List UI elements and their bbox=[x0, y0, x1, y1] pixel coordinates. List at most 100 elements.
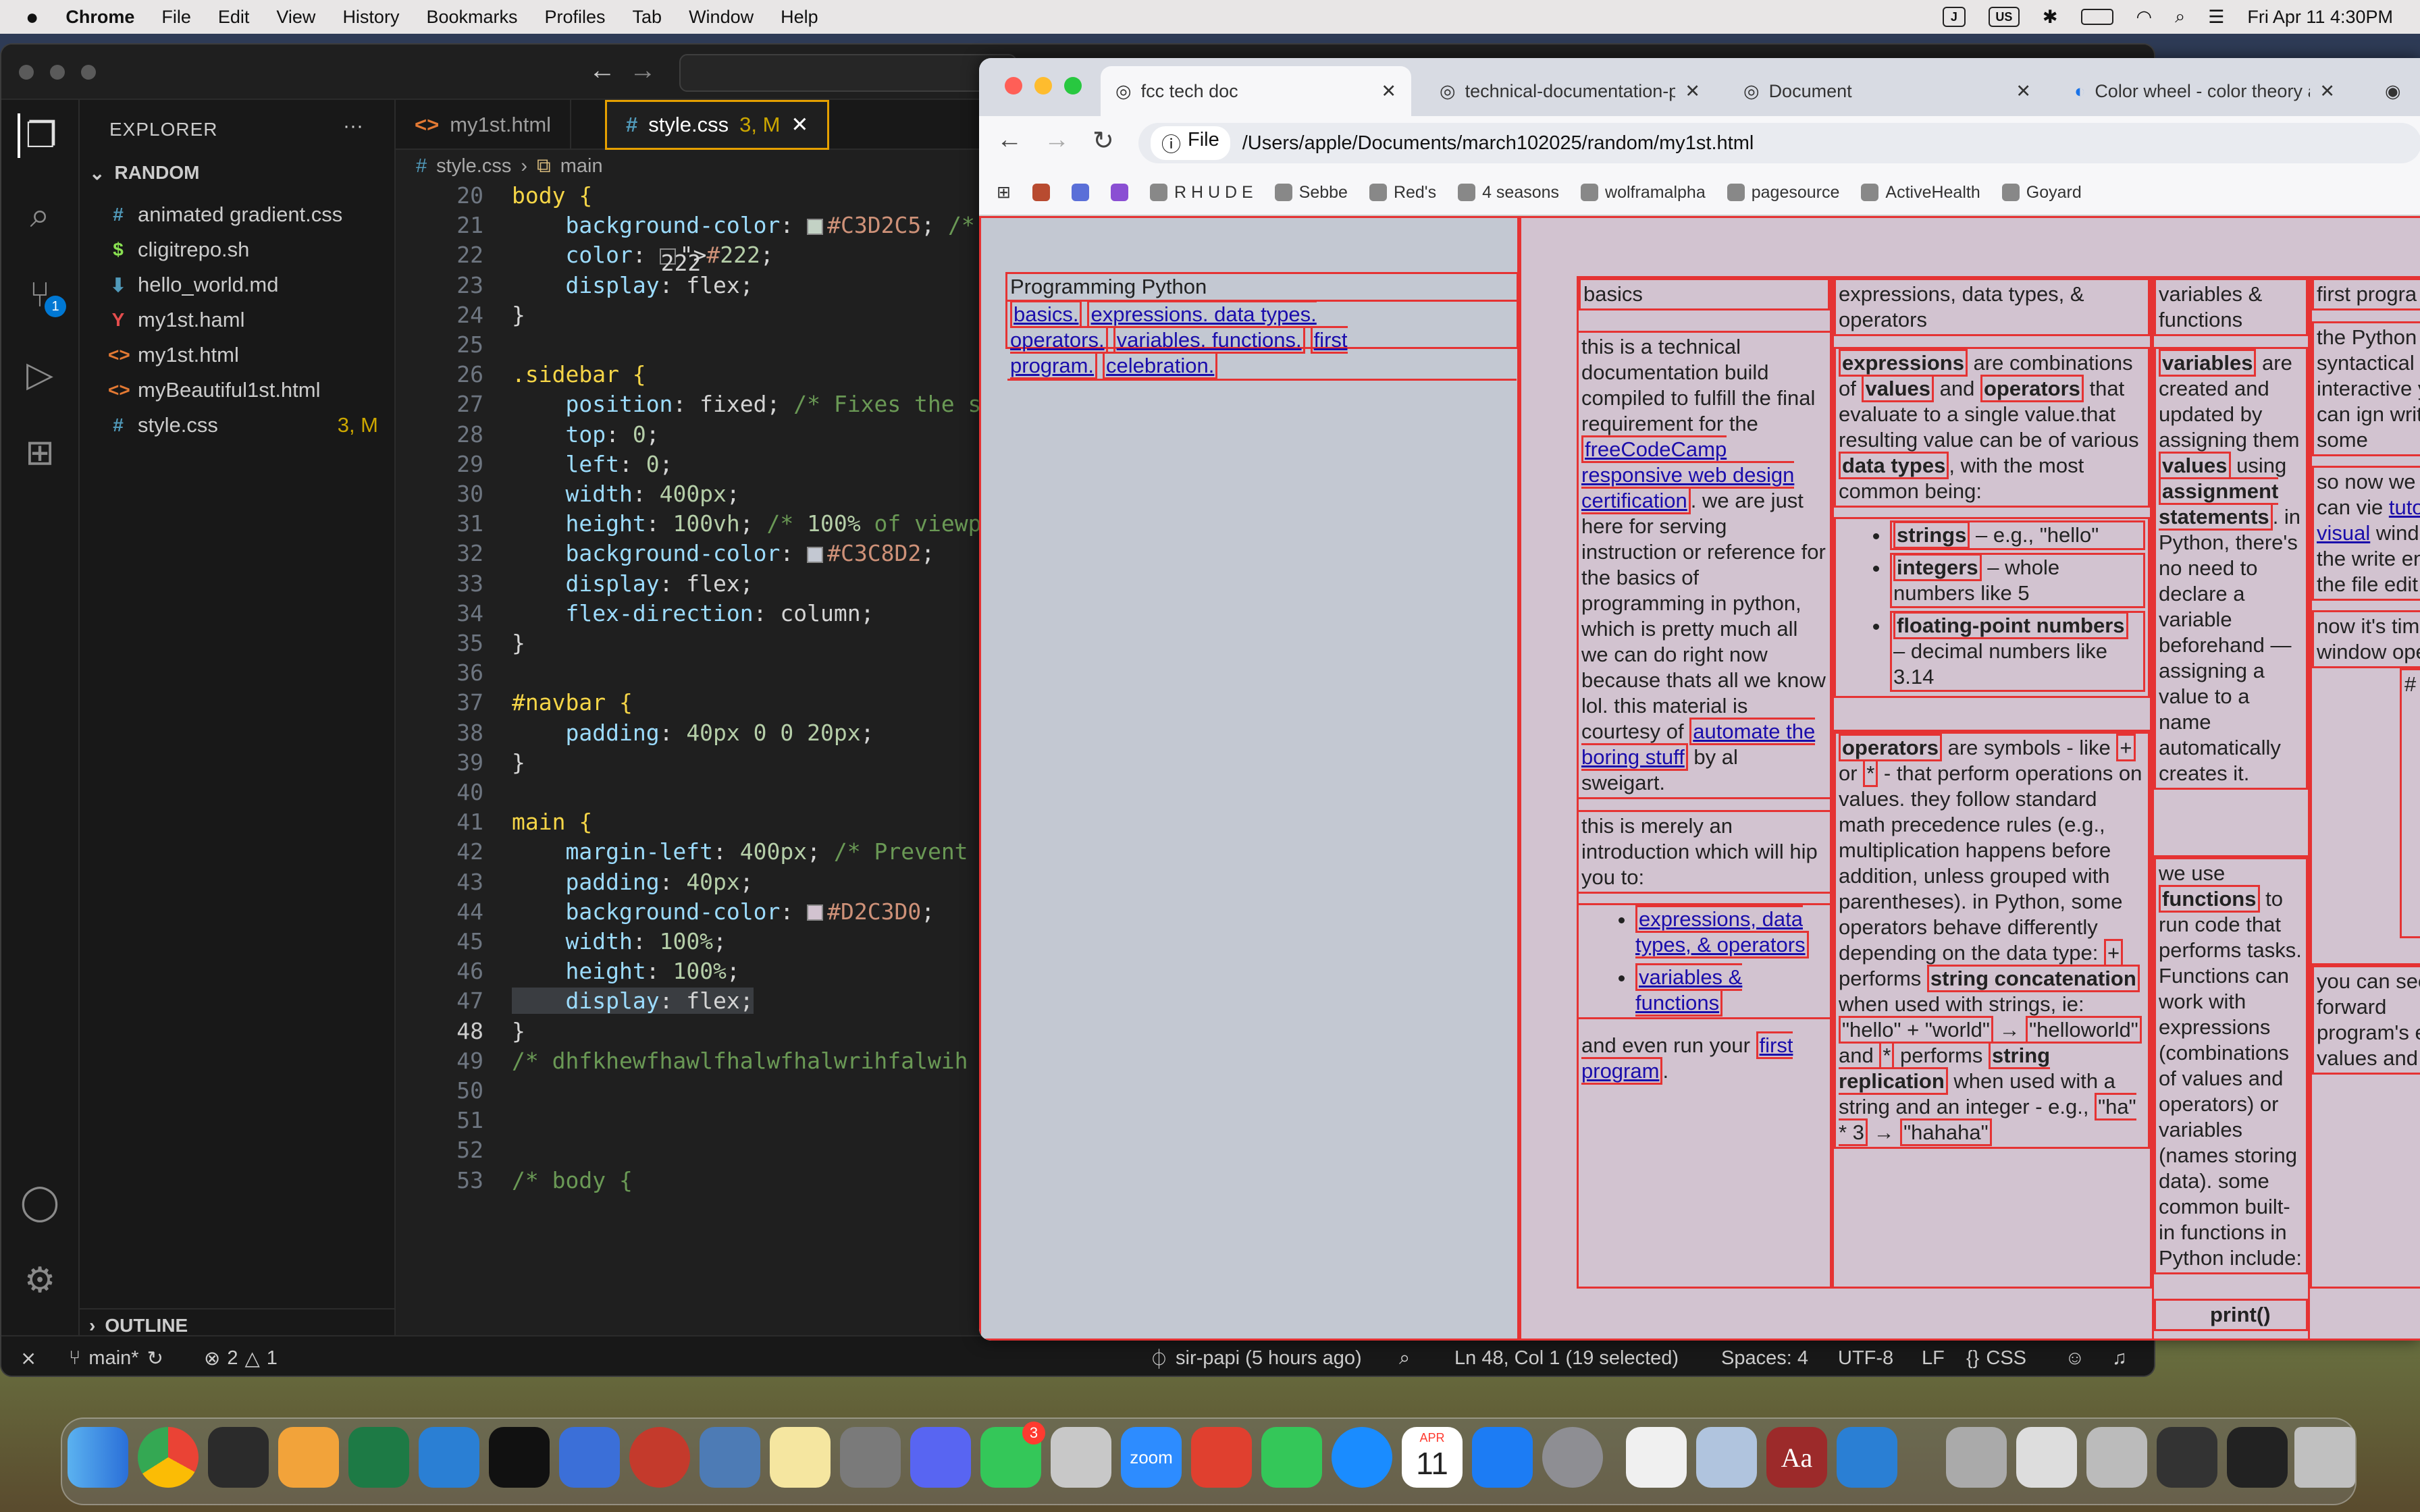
menu-item-bookmarks[interactable]: Bookmarks bbox=[426, 7, 517, 28]
code-line[interactable]: } bbox=[512, 302, 525, 328]
menu-item-file[interactable]: File bbox=[161, 7, 191, 28]
run-debug-icon[interactable]: ▷ bbox=[18, 352, 62, 397]
extensions-icon[interactable]: ⊞ bbox=[18, 431, 62, 475]
code-line[interactable]: display: flex; bbox=[512, 272, 753, 298]
language-mode[interactable]: {} CSS bbox=[1966, 1336, 2026, 1376]
code-line[interactable]: /* body { bbox=[512, 1167, 633, 1193]
folder-random[interactable]: ⌄ RANDOM bbox=[89, 162, 199, 184]
explorer-file[interactable]: Ymy1st.haml bbox=[108, 302, 392, 338]
close-icon[interactable]: ✕ bbox=[1685, 81, 1700, 102]
close-icon[interactable]: ✕ bbox=[2016, 81, 2031, 102]
close-icon[interactable]: ✕ bbox=[1381, 81, 1396, 102]
code-line[interactable]: } bbox=[512, 1018, 525, 1044]
j-app-icon[interactable] bbox=[559, 1427, 620, 1488]
tab-my1st-html[interactable]: <> my1st.html bbox=[396, 100, 572, 150]
nav-link[interactable]: variables. functions. bbox=[1113, 326, 1305, 354]
close-window-button[interactable] bbox=[1005, 77, 1022, 94]
code-line[interactable]: padding: 40px; bbox=[512, 869, 753, 895]
bookmark-item[interactable]: R H U D E bbox=[1149, 183, 1253, 202]
cursor-position[interactable]: Ln 48, Col 1 (19 selected) bbox=[1454, 1336, 1679, 1376]
textedit-icon[interactable] bbox=[1626, 1427, 1687, 1488]
vscode-icon[interactable] bbox=[419, 1427, 479, 1488]
photo-booth-icon[interactable] bbox=[1191, 1427, 1252, 1488]
zoom-window-button[interactable] bbox=[81, 65, 96, 80]
python-launcher-icon[interactable] bbox=[700, 1427, 760, 1488]
launchpad-icon[interactable] bbox=[1051, 1427, 1111, 1488]
minimized-window-4[interactable] bbox=[2227, 1427, 2288, 1488]
git-blame[interactable]: ⏀ sir-papi (5 hours ago) bbox=[1149, 1336, 1362, 1376]
zoom-icon[interactable]: ⌕ bbox=[1399, 1336, 1410, 1376]
code-line[interactable]: background-color: #D2C3D0; bbox=[512, 898, 935, 925]
trash-icon[interactable] bbox=[2294, 1427, 2355, 1488]
control-center-icon[interactable]: ☰ bbox=[2208, 7, 2224, 28]
tab-style-css[interactable]: # style.css 3, M ✕ bbox=[605, 100, 830, 150]
nav-link-variables[interactable]: variables & functions bbox=[1635, 963, 1743, 1017]
remote-icon[interactable]: ⨯ bbox=[20, 1336, 36, 1376]
chrome-tab[interactable]: ◎ technical-documentation-pa ✕ bbox=[1425, 66, 1715, 116]
code-line[interactable]: main { bbox=[512, 809, 592, 835]
chrome-tab[interactable]: ◐ Color wheel - color theory ar ✕ bbox=[2059, 66, 2350, 116]
bookmark-item[interactable]: ActiveHealth bbox=[1861, 183, 1980, 202]
encoding[interactable]: UTF-8 bbox=[1838, 1336, 1893, 1376]
copilot-icon[interactable]: ☺ bbox=[2065, 1336, 2085, 1376]
back-arrow-icon[interactable]: ← bbox=[589, 55, 616, 86]
explorer-file[interactable]: # animated gradient.css bbox=[108, 197, 392, 232]
search-icon[interactable]: ⌕ bbox=[18, 193, 62, 238]
minimize-window-button[interactable] bbox=[50, 65, 65, 80]
search-icon[interactable]: ⌕ bbox=[2175, 6, 2185, 28]
menu-item-edit[interactable]: Edit bbox=[218, 7, 250, 28]
minimized-window-1[interactable] bbox=[2016, 1427, 2077, 1488]
code-line[interactable]: height: 100vh; /* 100% of viewp bbox=[512, 510, 981, 537]
code-line[interactable]: width: 100%; bbox=[512, 928, 726, 954]
close-window-button[interactable] bbox=[19, 65, 34, 80]
finder-icon[interactable] bbox=[68, 1427, 128, 1488]
breadcrumb-file[interactable]: style.css bbox=[436, 155, 511, 178]
forward-arrow-icon[interactable]: → bbox=[629, 55, 656, 86]
close-icon[interactable]: ✕ bbox=[791, 113, 808, 137]
messages-icon[interactable]: 3 bbox=[980, 1422, 1045, 1488]
calculator-icon[interactable] bbox=[840, 1427, 901, 1488]
address-bar[interactable]: ⓘ File /Users/apple/Documents/march102025… bbox=[1138, 123, 2420, 163]
vscode-icon-2[interactable] bbox=[1837, 1427, 1897, 1488]
zoom-window-button[interactable] bbox=[1064, 77, 1082, 94]
code-line[interactable]: /* dhfkhewfhawlfhalwfhalwrihfalwih bbox=[512, 1048, 968, 1074]
code-line[interactable]: padding: 40px 0 0 20px; bbox=[512, 720, 874, 746]
code-line[interactable]: .sidebar { bbox=[512, 361, 646, 387]
explorer-icon[interactable]: ❐ bbox=[18, 113, 62, 158]
discord-icon[interactable] bbox=[910, 1427, 971, 1488]
explorer-file[interactable]: <> my1st.html bbox=[108, 338, 392, 373]
zoom-icon[interactable]: zoom bbox=[1121, 1427, 1182, 1488]
command-center-search[interactable] bbox=[679, 54, 1017, 92]
excel-icon[interactable] bbox=[348, 1427, 409, 1488]
code-line[interactable]: position: fixed; /* Fixes the s bbox=[512, 391, 981, 417]
code-line[interactable]: top: 0; bbox=[512, 421, 659, 448]
minimized-window-2[interactable] bbox=[2086, 1427, 2147, 1488]
chrome-icon[interactable] bbox=[138, 1427, 199, 1488]
menu-item-view[interactable]: View bbox=[276, 7, 315, 28]
code-line[interactable]: flex-direction: column; bbox=[512, 600, 874, 626]
menu-item-tab[interactable]: Tab bbox=[633, 7, 662, 28]
bookmark-icon-2[interactable] bbox=[1071, 184, 1089, 201]
minimized-window-3[interactable] bbox=[2157, 1427, 2217, 1488]
explorer-more-button[interactable]: ··· bbox=[343, 115, 363, 138]
bookmark-item[interactable]: Sebbe bbox=[1274, 183, 1348, 202]
explorer-file[interactable]: # style.css 3, M bbox=[108, 408, 392, 443]
close-icon[interactable]: ✕ bbox=[2319, 81, 2335, 102]
settings-gear-icon[interactable]: ⚙ bbox=[18, 1258, 62, 1303]
branch-indicator[interactable]: ⑂ main* ↻ bbox=[69, 1336, 163, 1376]
code-line[interactable]: body { bbox=[512, 182, 592, 209]
system-settings-icon[interactable] bbox=[1542, 1427, 1603, 1488]
code-line[interactable]: height: 100%; bbox=[512, 958, 739, 984]
facetime-icon[interactable] bbox=[1261, 1427, 1322, 1488]
chrome-tab-active[interactable]: ◎ fcc tech doc ✕ bbox=[1101, 66, 1411, 116]
red-app-icon[interactable] bbox=[629, 1427, 690, 1488]
menubar-clock[interactable]: Fri Apr 11 4:30PM bbox=[2247, 7, 2393, 28]
code-line[interactable]: width: 400px; bbox=[512, 481, 739, 507]
code-line[interactable]: #navbar { bbox=[512, 689, 633, 716]
apps-grid-icon[interactable]: ⊞ bbox=[997, 182, 1011, 202]
bookmark-item[interactable]: 4 seasons bbox=[1458, 183, 1559, 202]
input-source-icon[interactable]: US bbox=[1988, 7, 2020, 27]
site-info-chip[interactable]: ⓘ File bbox=[1151, 126, 1230, 160]
calendar-icon[interactable]: APR 11 bbox=[1402, 1427, 1463, 1488]
menu-item-help[interactable]: Help bbox=[781, 7, 818, 28]
